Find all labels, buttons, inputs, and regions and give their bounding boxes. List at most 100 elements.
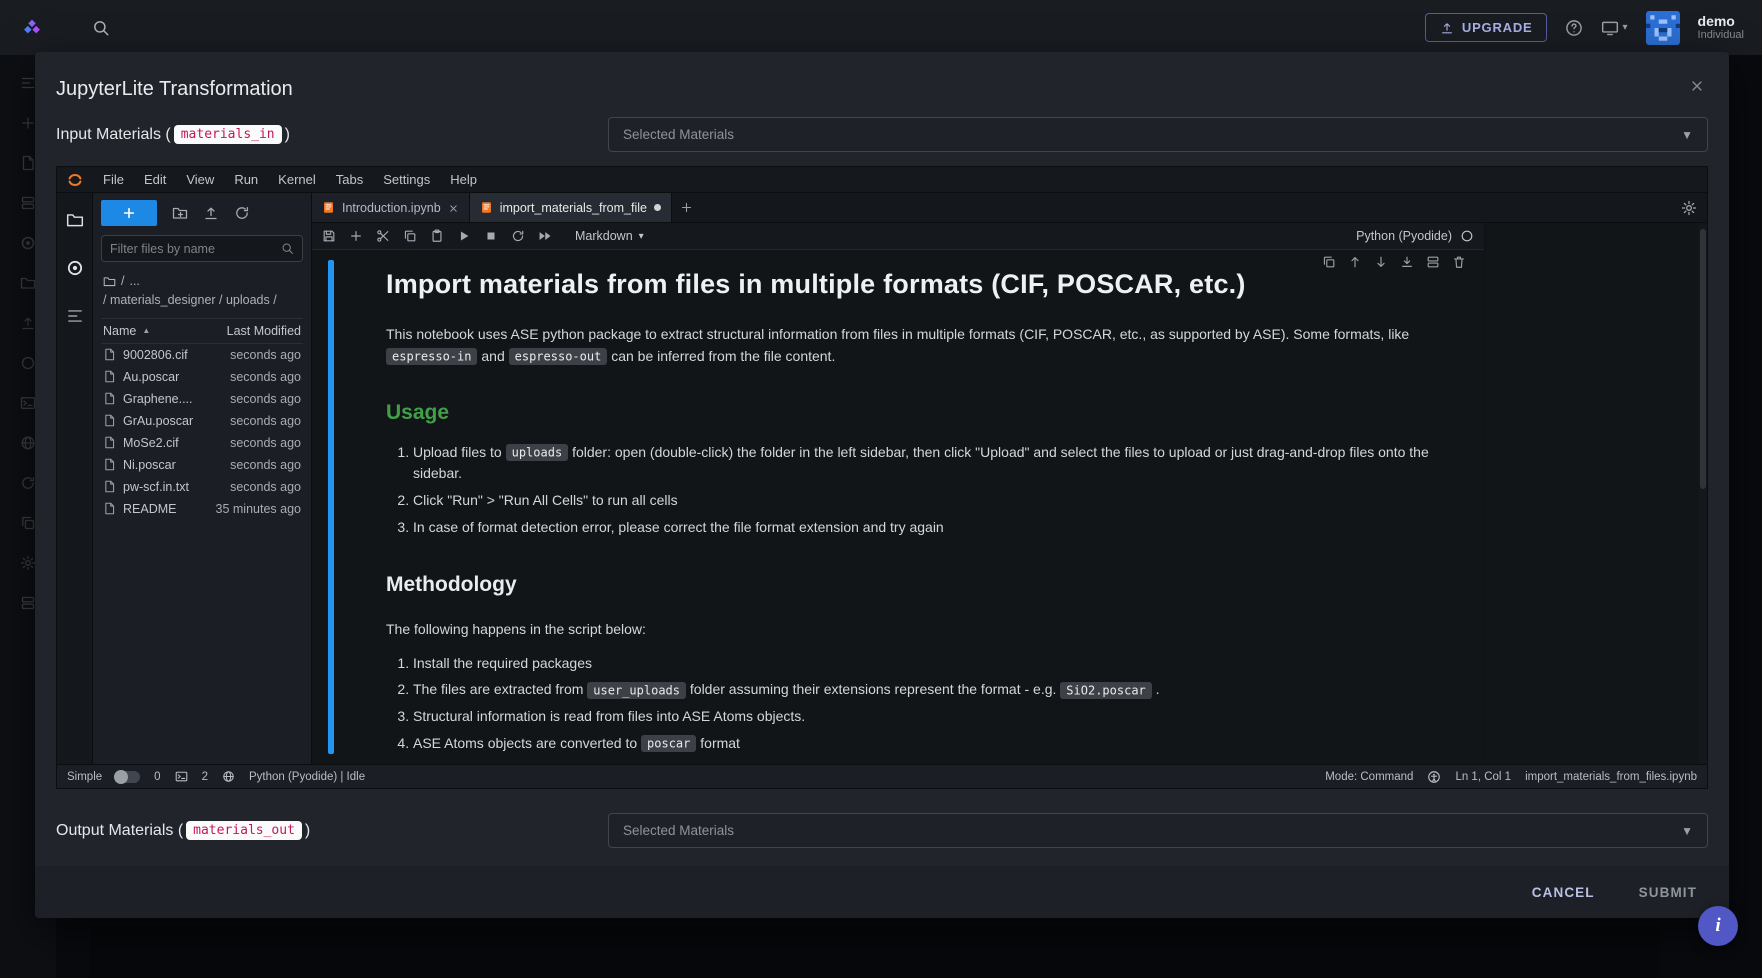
tab-import-materials-from-file[interactable]: import_materials_from_file [470, 193, 672, 222]
file-modified: seconds ago [230, 392, 301, 406]
home-folder-icon[interactable] [103, 275, 116, 288]
scrollbar-thumb[interactable] [1700, 229, 1706, 489]
file-row[interactable]: pw-scf.in.txtseconds ago [101, 476, 303, 498]
file-row[interactable]: 9002806.cifseconds ago [101, 344, 303, 366]
markdown-cell[interactable]: Import materials from files in multiple … [328, 260, 1484, 754]
run-cell-button[interactable] [457, 229, 471, 243]
menu-run[interactable]: Run [224, 167, 268, 192]
user-info[interactable]: demo Individual [1698, 13, 1744, 43]
new-folder-icon[interactable] [172, 205, 188, 221]
usage-list: Upload files to uploads folder: open (do… [386, 442, 1431, 539]
scrollbar[interactable] [1699, 223, 1707, 764]
menu-tabs[interactable]: Tabs [326, 167, 373, 192]
breadcrumb-root[interactable]: / [121, 272, 124, 291]
paste-cell-button[interactable] [430, 229, 444, 243]
search-icon[interactable] [92, 19, 110, 37]
copy-cell-button[interactable] [403, 229, 417, 243]
toc-list-icon [66, 307, 84, 325]
property-inspector-button[interactable] [1671, 193, 1707, 222]
interrupt-kernel-button[interactable] [484, 229, 498, 243]
submit-button[interactable]: SUBMIT [1639, 885, 1697, 900]
avatar[interactable] [1646, 11, 1680, 45]
markdown-content: Import materials from files in multiple … [386, 260, 1431, 754]
file-row[interactable]: GrAu.poscarseconds ago [101, 410, 303, 432]
upgrade-button[interactable]: UPGRADE [1425, 13, 1548, 42]
kernel-name[interactable]: Python (Pyodide) [1356, 229, 1452, 243]
tab-introduction-ipynb[interactable]: Introduction.ipynb [312, 193, 470, 222]
input-selected-materials-dropdown[interactable]: Selected Materials ▼ [608, 117, 1708, 152]
app-top-bar: UPGRADE ▾ demo Individual [0, 0, 1762, 55]
filter-files-input[interactable] [110, 242, 281, 256]
menu-view[interactable]: View [176, 167, 224, 192]
inline-code: SiO2.poscar [1060, 682, 1151, 699]
file-modified: seconds ago [230, 348, 301, 362]
file-row[interactable]: Ni.poscarseconds ago [101, 454, 303, 476]
kernel-status-icon[interactable] [1460, 229, 1474, 243]
menu-settings[interactable]: Settings [373, 167, 440, 192]
menu-file[interactable]: File [93, 167, 134, 192]
inline-code: poscar [641, 735, 696, 752]
notebook-scroll-area[interactable]: Import materials from files in multiple … [312, 250, 1484, 764]
markdown-list-item: In case of format detection error, pleas… [413, 517, 1431, 539]
file-icon [103, 502, 116, 515]
info-fab-button[interactable]: i [1698, 906, 1738, 946]
delete-cell-button[interactable] [1452, 254, 1466, 269]
run-icon [457, 229, 471, 243]
table-of-contents-tab[interactable] [66, 307, 84, 325]
save-button[interactable] [322, 229, 336, 243]
file-row[interactable]: MoSe2.cifseconds ago [101, 432, 303, 454]
close-icon [1689, 78, 1705, 94]
new-launcher-button[interactable] [101, 200, 157, 226]
kernels-count[interactable]: 2 [202, 771, 208, 783]
file-row[interactable]: README35 minutes ago [101, 498, 303, 520]
menu-kernel[interactable]: Kernel [268, 167, 326, 192]
inline-code: espresso-out [509, 348, 608, 365]
markdown-list-item: Structural information is read from file… [413, 706, 1431, 728]
duplicate-cell-button[interactable] [1322, 254, 1336, 269]
jupyter-logo-icon [67, 172, 83, 188]
file-modified: 35 minutes ago [216, 502, 301, 516]
output-selected-materials-dropdown[interactable]: Selected Materials ▼ [608, 813, 1708, 848]
chevron-down-icon: ▼ [1681, 128, 1693, 142]
file-modified: seconds ago [230, 436, 301, 450]
insert-cell-above-button[interactable] [1400, 254, 1414, 269]
notebook-intro: This notebook uses ASE python package to… [386, 324, 1431, 367]
cancel-button[interactable]: CANCEL [1532, 885, 1595, 900]
column-name[interactable]: Name [103, 324, 136, 338]
file-browser-tab[interactable] [66, 211, 84, 229]
cell-type-dropdown[interactable]: Markdown ▾ [575, 229, 644, 243]
cut-cell-button[interactable] [376, 229, 390, 243]
help-button[interactable] [1565, 19, 1583, 37]
simple-mode-toggle[interactable] [116, 771, 140, 783]
upload-files-icon[interactable] [203, 205, 219, 221]
refresh-files-icon[interactable] [234, 205, 250, 221]
menu-help[interactable]: Help [440, 167, 487, 192]
materials-out-chip: materials_out [186, 821, 302, 840]
chevron-down-icon: ▾ [639, 231, 644, 242]
close-modal-button[interactable] [1689, 78, 1705, 94]
terminals-count[interactable]: 0 [154, 771, 160, 783]
breadcrumb-path[interactable]: / materials_designer / uploads / [103, 291, 277, 310]
command-mode-indicator[interactable]: Mode: Command [1325, 771, 1413, 783]
column-last-modified[interactable]: Last Modified [227, 324, 301, 338]
running-kernels-tab[interactable] [66, 259, 84, 277]
file-row[interactable]: Graphene....seconds ago [101, 388, 303, 410]
restart-kernel-button[interactable] [511, 229, 525, 243]
duplicate-icon [1322, 255, 1336, 269]
move-cell-down-button[interactable] [1374, 254, 1388, 269]
insert-cell-button[interactable] [349, 229, 363, 243]
menu-edit[interactable]: Edit [134, 167, 176, 192]
app-logo-icon[interactable] [22, 18, 42, 38]
cursor-position[interactable]: Ln 1, Col 1 [1455, 771, 1511, 783]
new-tab-button[interactable] [672, 193, 702, 222]
insert-cell-below-button[interactable] [1426, 254, 1440, 269]
breadcrumb-ellipsis[interactable]: ... [129, 272, 139, 291]
restart-run-all-button[interactable] [538, 229, 552, 243]
accessibility-icon[interactable] [1427, 770, 1441, 784]
kernel-status-text[interactable]: Python (Pyodide) | Idle [249, 771, 365, 783]
close-tab-button[interactable] [448, 200, 459, 215]
move-cell-up-button[interactable] [1348, 254, 1362, 269]
workspace-menu-button[interactable]: ▾ [1601, 19, 1627, 37]
file-row[interactable]: Au.poscarseconds ago [101, 366, 303, 388]
output-materials-row: Output Materials ( materials_out ) Selec… [35, 805, 1729, 852]
